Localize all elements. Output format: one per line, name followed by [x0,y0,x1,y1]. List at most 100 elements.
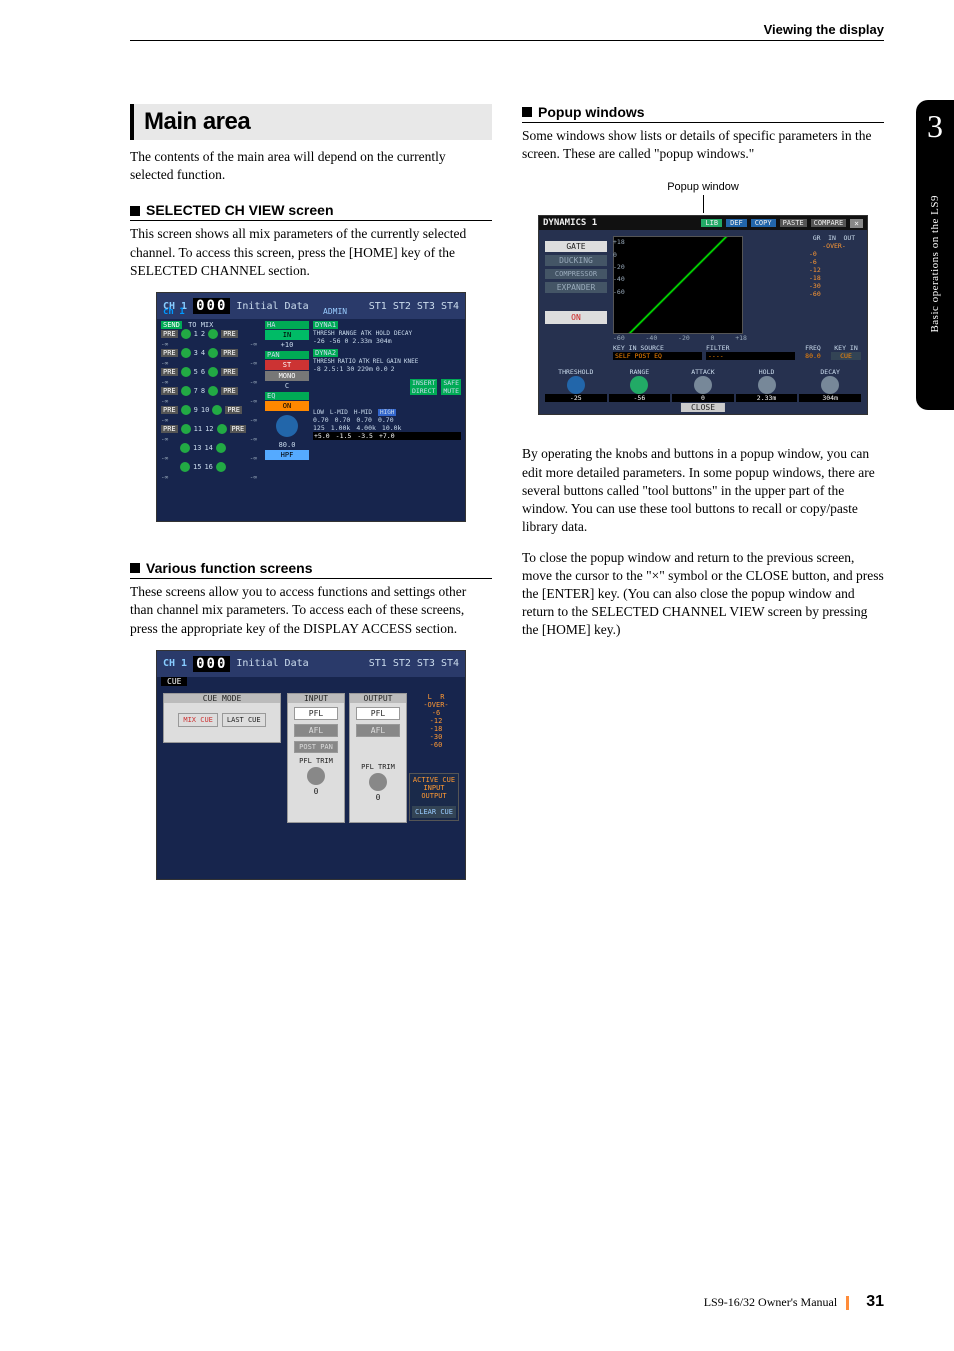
knob-icon[interactable] [181,348,191,358]
fig3-over: -OVER- [809,242,859,250]
fig3-p-l3: HOLD [736,368,798,376]
knob-icon[interactable] [216,462,226,472]
fig2-out-trim-knob[interactable] [369,773,387,791]
fig2-in-pfl[interactable]: PFL [294,707,338,720]
fig3-p-v1: -56 [609,394,671,402]
fig3-type-exp[interactable]: EXPANDER [545,282,607,293]
footer-page: 31 [866,1293,884,1310]
fig1-eq-b3: HIGH [378,409,396,416]
fig3-knob-3[interactable] [758,376,776,394]
knob-icon[interactable] [181,405,191,415]
fig3-filter-hpf[interactable]: ---- [706,352,795,360]
fig2-output-title: OUTPUT [350,694,406,703]
fig3-tool-lib[interactable]: LIB [701,219,722,227]
knob-icon[interactable] [180,443,190,453]
fig3-knob-0[interactable] [567,376,585,394]
knob-icon[interactable] [180,462,190,472]
chapter-label: Basic operations on the LS9 [929,195,941,333]
fig1-pre: PRE [225,406,242,414]
fig1-eq-on[interactable]: ON [265,401,309,411]
knob-icon[interactable] [217,424,227,434]
fig1-ha-in[interactable]: IN [265,330,309,340]
fig3-ms0: -0 [809,250,859,258]
fig2-in-afl[interactable]: AFL [294,724,338,737]
fig3-title: DYNAMICS 1 [543,218,597,228]
popup-para1: By operating the knobs and buttons in a … [522,445,884,536]
fig2-tab[interactable]: CUE [161,677,187,686]
fig3-ms3: -18 [809,274,859,282]
fig3-knob-2[interactable] [694,376,712,394]
knob-icon[interactable] [208,329,218,339]
fig3-meters: GR IN OUT -OVER- -0 -6 -12 -18 -30 -60 [809,234,859,298]
fig2-input-title: INPUT [288,694,344,703]
fig1-hpf[interactable]: HPF [265,450,309,460]
knob-icon[interactable] [212,405,222,415]
fig1-d2-v2: 30 [346,365,354,373]
fig1-safe: SAFE [441,379,461,387]
fig1-pre: PRE [221,349,238,357]
fig1-mid-col: HA IN +10 PAN ST MONO C EQ ON 80.0 HPF [265,321,309,461]
fig1-eq-f2: 4.00k [356,424,376,432]
fig3-p-v3: 2.33m [736,394,798,402]
fig3-y0: +18 [613,236,625,248]
knob-icon[interactable] [181,386,191,396]
knob-icon[interactable] [181,424,191,434]
fig3-knob-4[interactable] [821,376,839,394]
header-section: Viewing the display [764,22,884,37]
fig3-graph-line [614,237,742,333]
fig1-neginf: -∞ [250,398,257,405]
fig2-clear-cue[interactable]: CLEAR CUE [412,806,456,818]
fig3-p-v0: -25 [545,394,607,402]
fig2-out-afl[interactable]: AFL [356,724,400,737]
knob-icon[interactable] [181,367,191,377]
fig2-in-postpan[interactable]: POST PAN [294,741,338,753]
fig2-in-trim-knob[interactable] [307,767,325,785]
fig3-knob-1[interactable] [630,376,648,394]
fig1-pan-knob[interactable] [276,415,298,437]
selected-ch-heading-text: SELECTED CH VIEW screen [146,202,334,218]
popup-caption: Popup window [522,181,884,193]
fig2-over: -OVER- [413,701,459,709]
fig1-send-row: 1516 [161,462,257,472]
fig3-close-button[interactable]: CLOSE [681,403,725,412]
fig3-keyincue[interactable]: CUE [831,352,861,360]
fig1-neginf: -∞ [161,398,168,405]
fig1-send-row: PRE56PRE [161,367,257,377]
fig2-mixcue[interactable]: MIX CUE [178,713,218,727]
fig1-pre: PRE [161,330,178,338]
fig3-keyin-val[interactable]: SELF POST EQ [613,352,702,360]
fig2-out-pfl[interactable]: PFL [356,707,400,720]
fig3-tool-compare[interactable]: COMPARE [811,219,847,227]
knob-icon[interactable] [216,443,226,453]
knob-icon[interactable] [208,348,218,358]
bullet-icon [522,107,532,117]
knob-icon[interactable] [181,329,191,339]
fig1-pan-st[interactable]: ST [265,360,309,370]
fig3-tool-copy[interactable]: COPY [751,219,776,227]
knob-icon[interactable] [208,386,218,396]
fig3-tool-def[interactable]: DEF [726,219,747,227]
fig3-type-gate[interactable]: GATE [545,241,607,252]
fig3-on[interactable]: ON [545,311,607,324]
fig3-type-ducking[interactable]: DUCKING [545,255,607,266]
fig1-scene: Initial Data [236,301,308,312]
fig3-tool-paste[interactable]: PASTE [780,219,807,227]
fig3-type-comp[interactable]: COMPRESSOR [545,269,607,279]
knob-icon[interactable] [208,367,218,377]
fig2-m1: -12 [413,717,459,725]
fig1-eq-g1: -1.5 [336,432,352,440]
fig3-y3: -40 [613,273,625,285]
fig2-cuemode-title: CUE MODE [164,694,280,703]
fig2-m3: -30 [413,733,459,741]
fig3-close-x[interactable]: × [850,219,863,228]
fig1-topbar: CH 1 000 Initial Data ST1 ST2 ST3 ST4 [157,293,465,319]
selected-ch-body: This screen shows all mix parameters of … [130,225,492,280]
fig1-pre: PRE [230,425,247,433]
fig2-lastcue[interactable]: LAST CUE [222,713,266,727]
main-area-heading: Main area [130,104,492,140]
right-column: Popup windows Some windows show lists or… [522,104,884,918]
bullet-icon [130,206,140,216]
fig1-d1-v4: 304m [376,337,392,345]
fig1-pan-mono[interactable]: MONO [265,371,309,381]
fig1-d1-c0: THRESH [313,330,335,337]
